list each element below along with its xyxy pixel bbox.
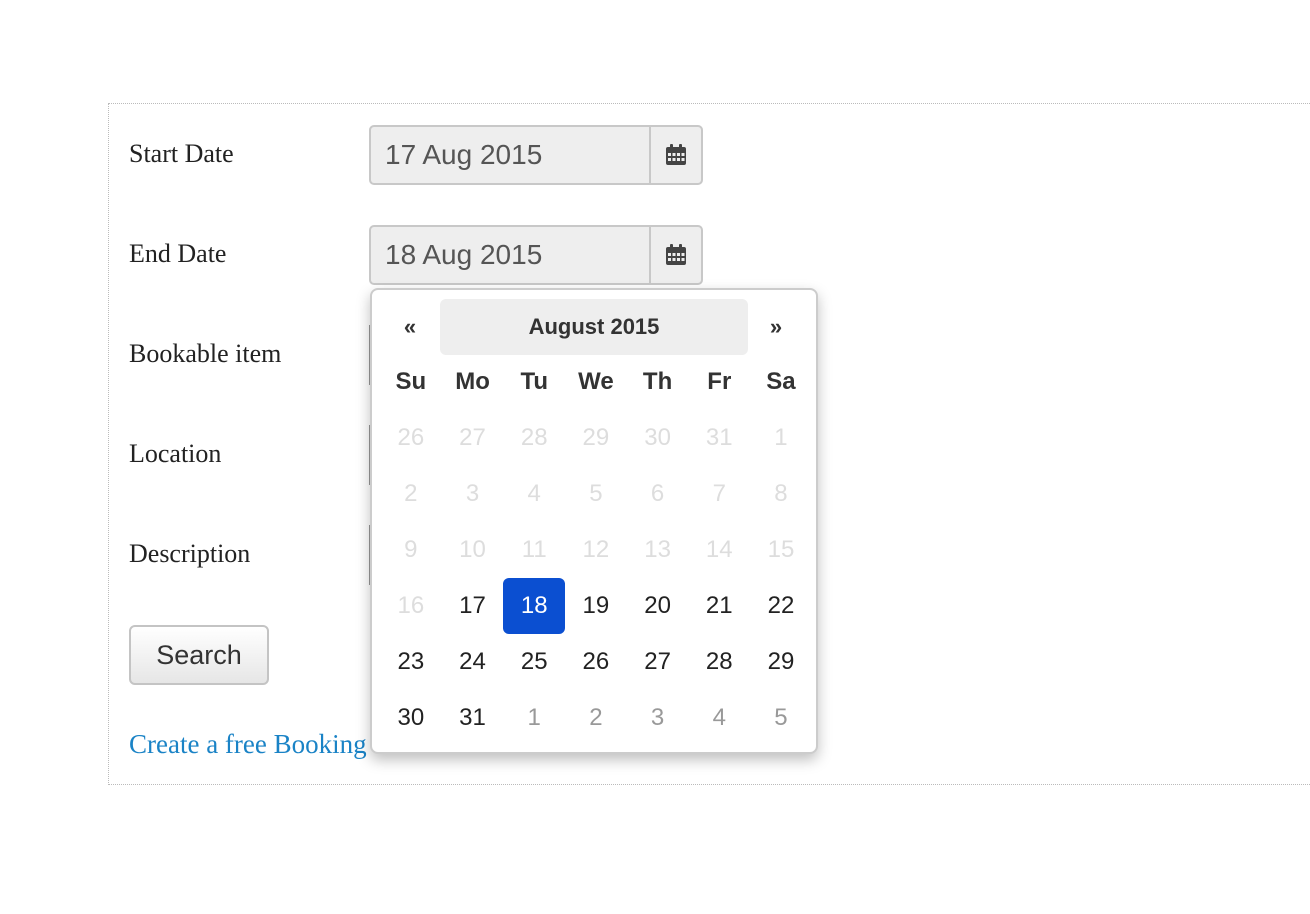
datepicker-weekday-header: Su Mo Tu We Th Fr Sa	[380, 354, 812, 410]
datepicker-day[interactable]: 3	[627, 690, 689, 746]
start-date-input[interactable]	[369, 125, 649, 185]
datepicker-day[interactable]: 22	[750, 578, 812, 634]
datepicker-month-title[interactable]: August 2015	[440, 299, 748, 355]
datepicker-day[interactable]: 19	[565, 578, 627, 634]
datepicker-day[interactable]: 29	[750, 634, 812, 690]
datepicker-day[interactable]: 30	[380, 690, 442, 746]
datepicker-week-row: 26 27 28 29 30 31 1	[380, 410, 812, 466]
datepicker-day[interactable]: 23	[380, 634, 442, 690]
datepicker-day[interactable]: 4	[688, 690, 750, 746]
start-date-group	[369, 125, 703, 185]
datepicker-day[interactable]: 27	[627, 634, 689, 690]
datepicker-day[interactable]: 21	[688, 578, 750, 634]
datepicker-day: 27	[459, 424, 486, 451]
datepicker-week-row: 9 10 11 12 13 14 15	[380, 522, 812, 578]
calendar-icon	[666, 144, 686, 165]
datepicker-day: 10	[459, 536, 486, 563]
start-date-label: Start Date	[129, 139, 234, 168]
weekday-header-tu: Tu	[520, 368, 548, 395]
datepicker-day: 7	[712, 480, 726, 507]
datepicker-day-selected[interactable]: 18	[503, 578, 566, 634]
datepicker-day[interactable]: 5	[750, 690, 812, 746]
datepicker-day[interactable]: 31	[442, 690, 504, 746]
datepicker-week-row: 30 31 1 2 3 4 5	[380, 690, 812, 746]
weekday-header-mo: Mo	[455, 368, 490, 395]
datepicker-week-row: 16 17 18 19 20 21 22	[380, 578, 812, 634]
datepicker-day: 1	[774, 424, 788, 451]
datepicker-day: 15	[767, 536, 795, 563]
datepicker-day: 5	[589, 480, 603, 507]
start-date-calendar-button[interactable]	[649, 125, 703, 185]
end-date-calendar-button[interactable]	[649, 225, 703, 285]
datepicker-next-button[interactable]: »	[746, 299, 806, 355]
description-label: Description	[129, 539, 251, 568]
datepicker-day[interactable]: 25	[503, 634, 565, 690]
datepicker-day: 14	[705, 536, 733, 563]
datepicker-day: 4	[527, 480, 541, 507]
datepicker-day[interactable]: 24	[442, 634, 504, 690]
weekday-header-su: Su	[395, 368, 427, 395]
datepicker-week-row: 2 3 4 5 6 7 8	[380, 466, 812, 522]
datepicker-day: 30	[644, 424, 671, 451]
datepicker-day: 26	[397, 424, 425, 451]
datepicker-day: 3	[465, 480, 480, 507]
weekday-header-th: Th	[642, 368, 673, 395]
bookable-item-label: Bookable item	[129, 339, 282, 368]
weekday-header-we: We	[578, 368, 614, 395]
end-date-group	[369, 225, 703, 285]
datepicker-day: 12	[582, 536, 610, 563]
weekday-header-fr: Fr	[707, 368, 732, 395]
end-date-input[interactable]	[369, 225, 649, 285]
datepicker-day[interactable]: 2	[565, 690, 627, 746]
datepicker-week-row: 23 24 25 26 27 28 29	[380, 634, 812, 690]
datepicker-day[interactable]: 28	[688, 634, 750, 690]
datepicker-day: 9	[404, 536, 418, 563]
datepicker-day-grid: 26 27 28 29 30 31 1 2 3 4 5 6 7 8 9 10 11 12 13 14 15 16 17 18 1…	[380, 410, 812, 746]
location-label: Location	[129, 439, 222, 468]
datepicker-day: 28	[520, 424, 548, 451]
datepicker-day[interactable]: 20	[627, 578, 689, 634]
datepicker-prev-button[interactable]: «	[380, 299, 440, 355]
calendar-icon	[666, 244, 686, 265]
datepicker-day[interactable]: 26	[565, 634, 627, 690]
datepicker-day[interactable]: 17	[442, 578, 504, 634]
search-button[interactable]: Search	[129, 625, 269, 685]
create-booking-link[interactable]: Create a free Booking	[129, 729, 367, 760]
datepicker-day: 2	[404, 480, 418, 507]
datepicker-day[interactable]: 1	[503, 690, 565, 746]
datepicker-dropdown: « August 2015 » Su Mo Tu We Th Fr Sa 26 27 28 29 3…	[370, 288, 818, 754]
datepicker-day: 11	[521, 536, 547, 563]
datepicker-day: 29	[582, 424, 610, 451]
datepicker-day: 13	[644, 536, 671, 563]
weekday-header-sa: Sa	[766, 368, 796, 395]
datepicker-day: 31	[705, 424, 733, 451]
datepicker-day: 16	[397, 592, 425, 619]
end-date-label: End Date	[129, 239, 227, 268]
datepicker-day: 6	[650, 480, 665, 507]
datepicker-day: 8	[774, 480, 788, 507]
